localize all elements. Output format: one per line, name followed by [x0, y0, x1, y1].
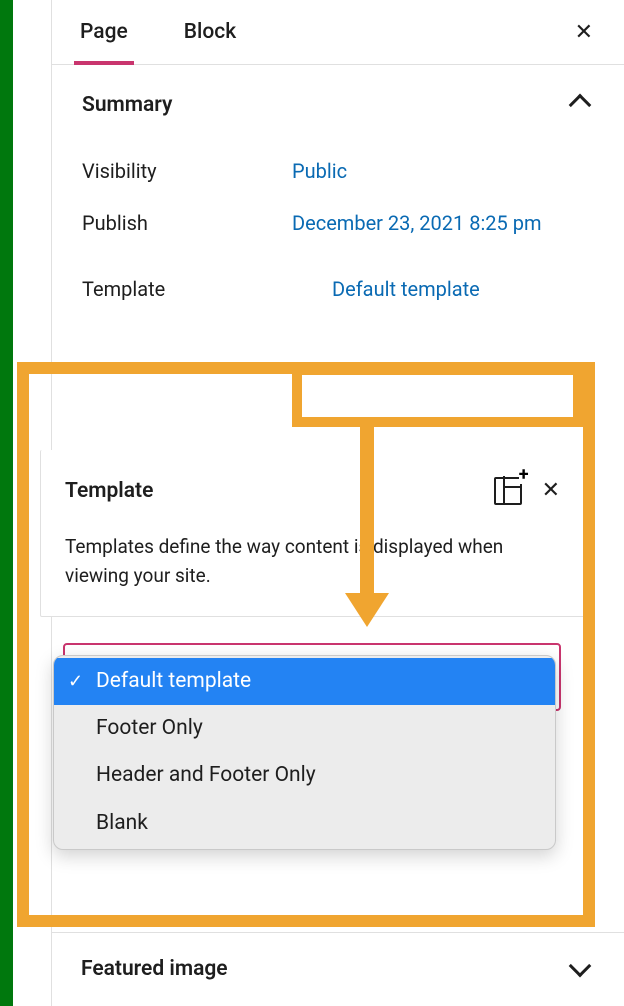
- featured-image-section: Featured image: [51, 932, 624, 1005]
- chevron-down-icon: [569, 955, 592, 978]
- featured-image-toggle[interactable]: Featured image: [51, 933, 624, 1005]
- visibility-value[interactable]: Public: [292, 159, 594, 183]
- template-row: Template Default template: [52, 249, 624, 315]
- summary-title: Summary: [82, 93, 172, 117]
- visibility-label: Visibility: [82, 159, 292, 183]
- visibility-row: Visibility Public: [52, 145, 624, 197]
- template-value[interactable]: Default template: [332, 277, 594, 301]
- publish-label: Publish: [82, 211, 292, 235]
- tab-page[interactable]: Page: [52, 0, 156, 64]
- tab-list: Page Block: [52, 0, 264, 64]
- summary-section-toggle[interactable]: Summary: [52, 65, 624, 145]
- annotation-arrow: [360, 419, 374, 599]
- tab-block[interactable]: Block: [156, 0, 264, 64]
- chevron-up-icon: [569, 94, 592, 117]
- annotation-highlight-popover: [17, 362, 595, 927]
- featured-image-title: Featured image: [81, 957, 228, 981]
- panel-tabs: Page Block ✕: [52, 0, 624, 65]
- editor-edge-bar: [0, 0, 13, 1006]
- publish-row: Publish December 23, 2021 8:25 pm: [52, 197, 624, 249]
- template-label: Template: [82, 277, 332, 301]
- annotation-arrow-head: [345, 593, 389, 627]
- publish-value[interactable]: December 23, 2021 8:25 pm: [292, 211, 594, 235]
- close-icon[interactable]: ✕: [569, 14, 599, 51]
